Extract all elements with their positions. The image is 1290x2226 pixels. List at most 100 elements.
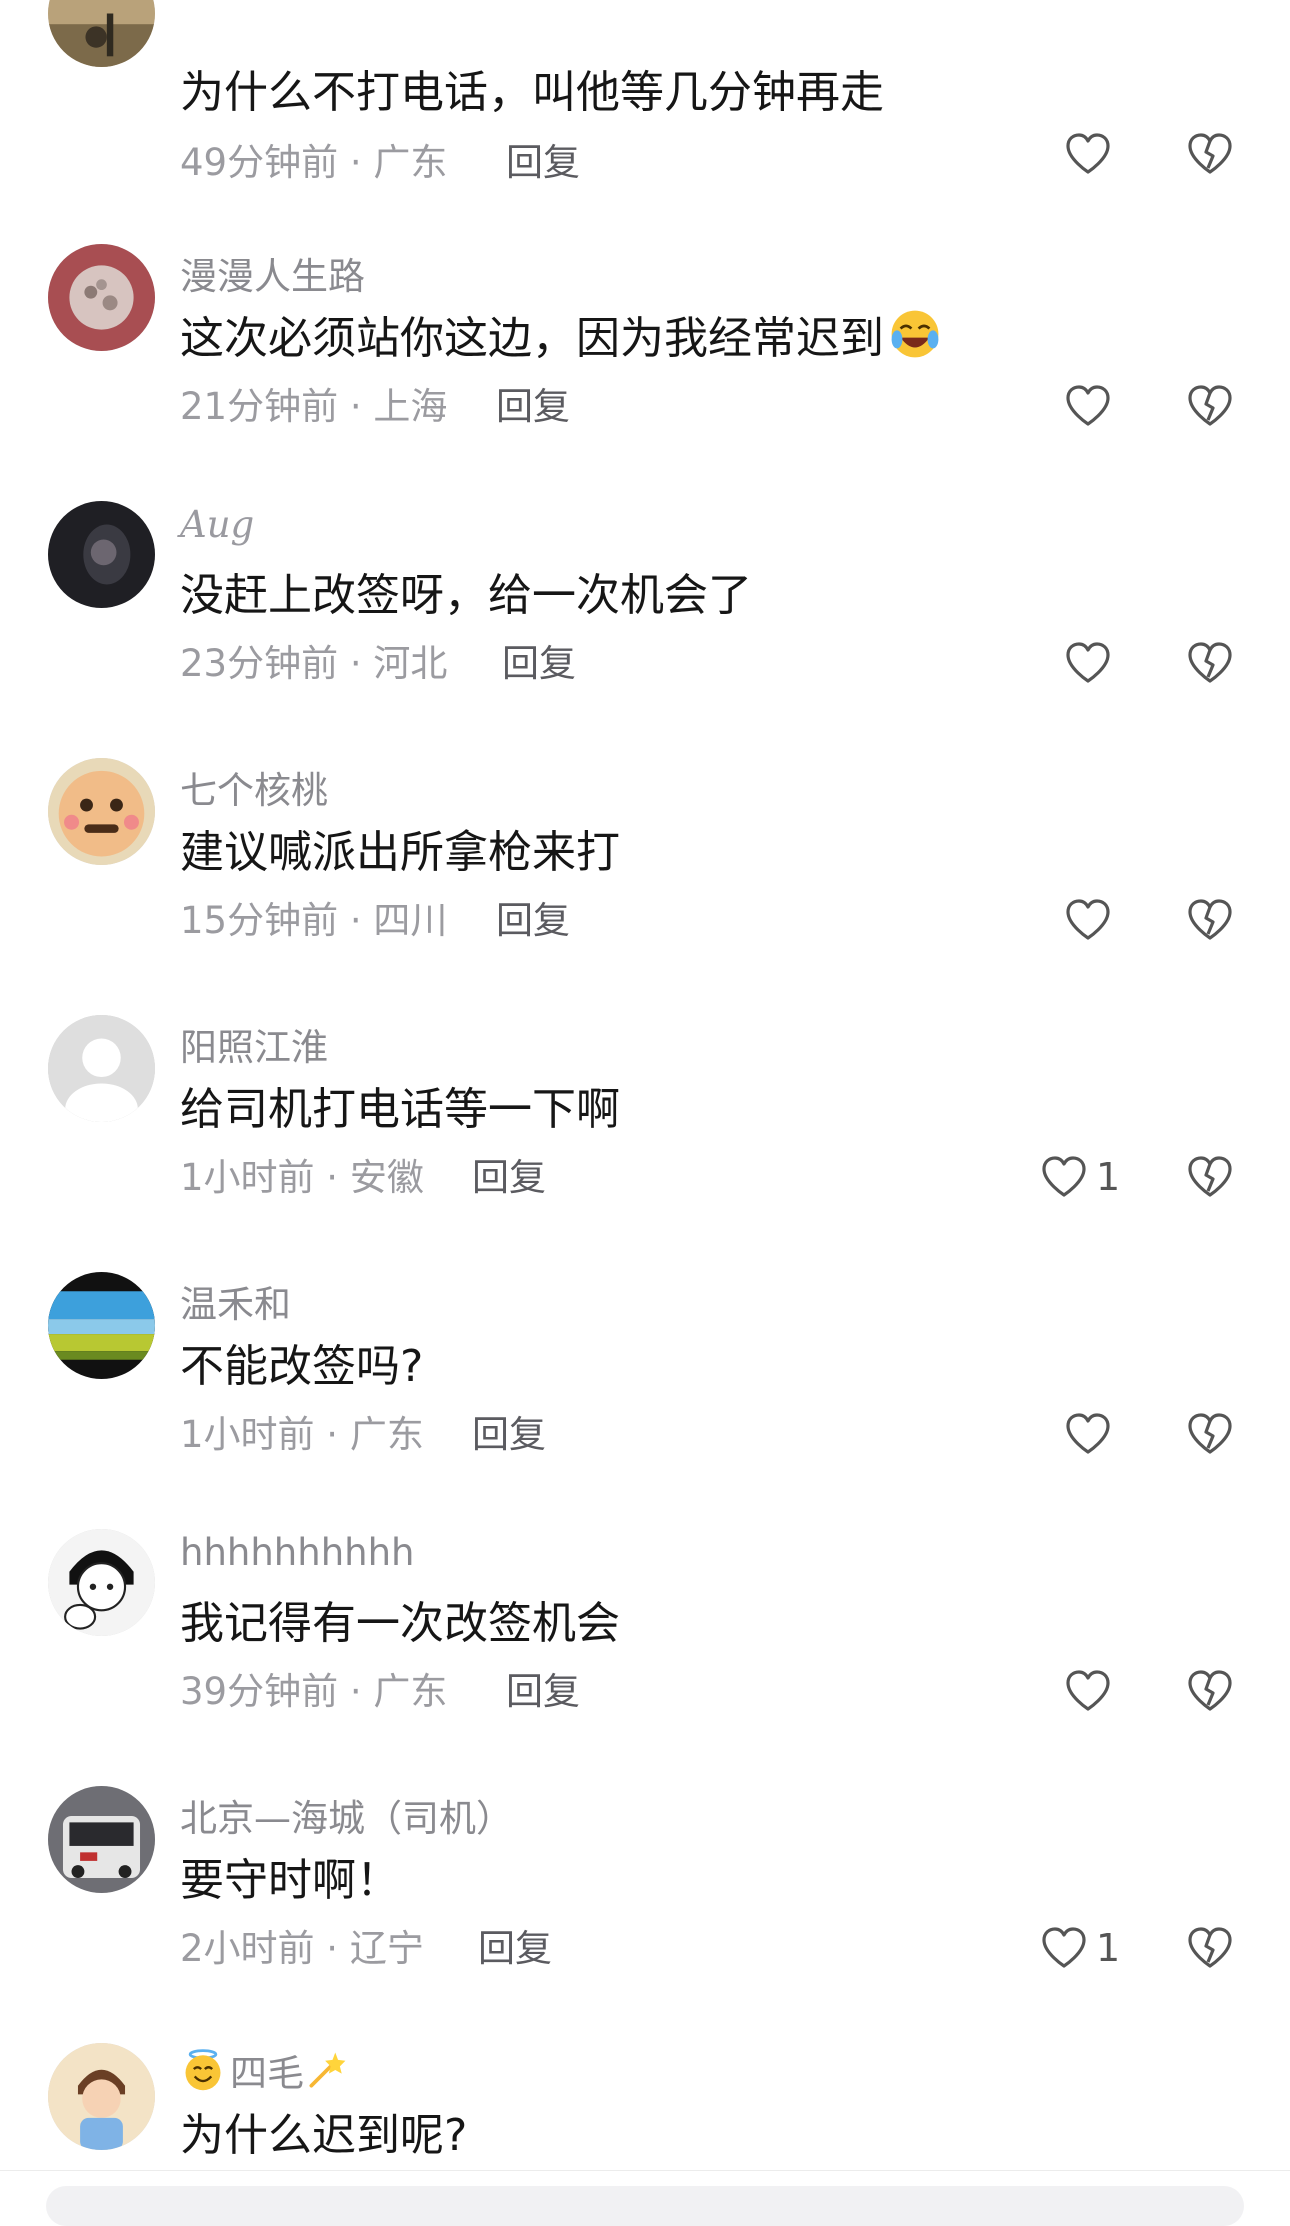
- comment-meta: 2小时前 · 辽宁: [180, 1918, 424, 1972]
- broken-heart-icon: [1188, 385, 1232, 426]
- comment-location: 安徽: [349, 1156, 424, 1199]
- like-button[interactable]: [1064, 641, 1120, 685]
- broken-heart-icon: [1188, 1670, 1232, 1711]
- dislike-button[interactable]: [1186, 1669, 1234, 1713]
- dislike-button[interactable]: [1186, 1926, 1234, 1970]
- avatar[interactable]: [48, 244, 155, 351]
- comment-meta: 15分钟前 · 四川: [180, 890, 447, 944]
- reply-button[interactable]: 回复: [472, 1147, 546, 1201]
- comment-time: 39分钟前: [180, 1670, 339, 1713]
- comment-item: hhhhhhhhhh 我记得有一次改签机会 39分钟前 · 广东 回复: [0, 1525, 1290, 1782]
- reply-button[interactable]: 回复: [496, 376, 570, 430]
- reply-button[interactable]: 回复: [506, 132, 580, 186]
- reply-button[interactable]: 回复: [496, 890, 570, 944]
- comment-username[interactable]: 漫漫人生路: [180, 246, 365, 300]
- dislike-button[interactable]: [1186, 132, 1234, 176]
- comment-username-text: 四毛: [230, 2052, 304, 2095]
- comment-username[interactable]: hhhhhhhhhh: [180, 1531, 415, 1574]
- comment-location: 上海: [373, 385, 448, 428]
- avatar[interactable]: [48, 758, 155, 865]
- comment-username[interactable]: 四毛: [180, 2043, 350, 2097]
- comment-text: 要守时啊！: [180, 1855, 400, 1906]
- dislike-button[interactable]: [1186, 384, 1234, 428]
- dislike-button[interactable]: [1186, 641, 1234, 685]
- reply-button[interactable]: 回复: [472, 1404, 546, 1458]
- laughing-crying-emoji-icon: [891, 310, 939, 358]
- comment-item: 北京—海城（司机） 要守时啊！ 2小时前 · 辽宁 回复 1: [0, 1782, 1290, 2039]
- comment-item: 温禾和 不能改签吗? 1小时前 · 广东 回复: [0, 1268, 1290, 1525]
- comment-text: 我记得有一次改签机会: [180, 1598, 620, 1649]
- comment-time: 1小时前: [180, 1156, 315, 1199]
- meta-separator: ·: [338, 141, 374, 184]
- comment-time: 15分钟前: [180, 899, 339, 942]
- comment-meta: 1小时前 · 广东: [180, 1404, 424, 1458]
- comment-location: 辽宁: [349, 1927, 424, 1970]
- heart-outline-icon: [1066, 385, 1110, 426]
- heart-outline-icon: [1042, 1156, 1086, 1197]
- like-button[interactable]: [1064, 1669, 1120, 1713]
- avatar[interactable]: [48, 0, 155, 67]
- comment-text: 为什么迟到呢?: [180, 2110, 468, 2161]
- comment-username[interactable]: 阳照江淮: [180, 1017, 328, 1071]
- broken-heart-icon: [1188, 1413, 1232, 1454]
- comment-meta: 39分钟前 · 广东: [180, 1661, 447, 1715]
- broken-heart-icon: [1188, 1156, 1232, 1197]
- comment-location: 广东: [349, 1413, 424, 1456]
- comment-meta: 21分钟前 · 上海: [180, 376, 447, 430]
- dizzy-star-emoji-icon: [309, 2052, 346, 2088]
- comment-location: 四川: [373, 899, 448, 942]
- meta-separator: ·: [314, 1927, 350, 1970]
- heart-outline-icon: [1066, 1670, 1110, 1711]
- comment-location: 河北: [373, 642, 448, 685]
- avatar[interactable]: [48, 501, 155, 608]
- like-button[interactable]: [1064, 384, 1120, 428]
- like-count: 1: [1096, 1926, 1121, 1970]
- comment-meta: 1小时前 · 安徽: [180, 1147, 424, 1201]
- avatar[interactable]: [48, 2043, 155, 2150]
- avatar[interactable]: [48, 1786, 155, 1893]
- comment-item: 七个核桃 建议喊派出所拿枪来打 15分钟前 · 四川 回复: [0, 754, 1290, 1011]
- comment-item: Aug 没赶上改签呀，给一次机会了 23分钟前 · 河北 回复: [0, 497, 1290, 754]
- avatar[interactable]: [48, 1015, 155, 1122]
- meta-separator: ·: [314, 1413, 350, 1456]
- comment-time: 21分钟前: [180, 385, 339, 428]
- comment-username[interactable]: 温禾和: [180, 1274, 291, 1328]
- comment-meta: 49分钟前 · 广东: [180, 132, 447, 186]
- dislike-button[interactable]: [1186, 1155, 1234, 1199]
- comment-item: 阳照江淮 给司机打电话等一下啊 1小时前 · 安徽 回复 1: [0, 1011, 1290, 1268]
- like-button[interactable]: [1064, 1412, 1120, 1456]
- broken-heart-icon: [1188, 1927, 1232, 1968]
- avatar[interactable]: [48, 1272, 155, 1379]
- like-button[interactable]: [1064, 132, 1120, 176]
- heart-outline-icon: [1066, 899, 1110, 940]
- comment-time: 2小时前: [180, 1927, 315, 1970]
- comment-input-bar[interactable]: [46, 2186, 1244, 2226]
- comment-location: 广东: [373, 141, 448, 184]
- comment-time: 1小时前: [180, 1413, 315, 1456]
- meta-separator: ·: [338, 899, 374, 942]
- comment-location: 广东: [373, 1670, 448, 1713]
- comment-username[interactable]: 北京—海城（司机）: [180, 1788, 513, 1842]
- like-button[interactable]: 1: [1040, 1926, 1120, 1970]
- like-button[interactable]: 1: [1040, 1155, 1120, 1199]
- comment-username[interactable]: Aug: [180, 503, 254, 546]
- reply-button[interactable]: 回复: [478, 1918, 552, 1972]
- comment-text: 为什么不打电话，叫他等几分钟再走: [180, 67, 884, 118]
- comment-text: 给司机打电话等一下啊: [180, 1084, 620, 1135]
- meta-separator: ·: [338, 385, 374, 428]
- comment-text-content: 这次必须站你这边，因为我经常迟到: [180, 313, 884, 364]
- reply-button[interactable]: 回复: [502, 633, 576, 687]
- dislike-button[interactable]: [1186, 1412, 1234, 1456]
- halo-smiling-emoji-icon: [185, 2049, 221, 2091]
- avatar[interactable]: [48, 1529, 155, 1636]
- comment-username[interactable]: 七个核桃: [180, 760, 328, 814]
- dislike-button[interactable]: [1186, 898, 1234, 942]
- comment-item: 漫漫人生路 这次必须站你这边，因为我经常迟到 21分钟前 · 上海 回复: [0, 240, 1290, 497]
- comment-text: 没赶上改签呀，给一次机会了: [180, 570, 752, 621]
- comment-item: 为什么不打电话，叫他等几分钟再走 49分钟前 · 广东 回复: [0, 0, 1290, 257]
- like-button[interactable]: [1064, 898, 1120, 942]
- comment-time: 49分钟前: [180, 141, 339, 184]
- broken-heart-icon: [1188, 642, 1232, 683]
- reply-button[interactable]: 回复: [506, 1661, 580, 1715]
- like-count: 1: [1096, 1155, 1121, 1199]
